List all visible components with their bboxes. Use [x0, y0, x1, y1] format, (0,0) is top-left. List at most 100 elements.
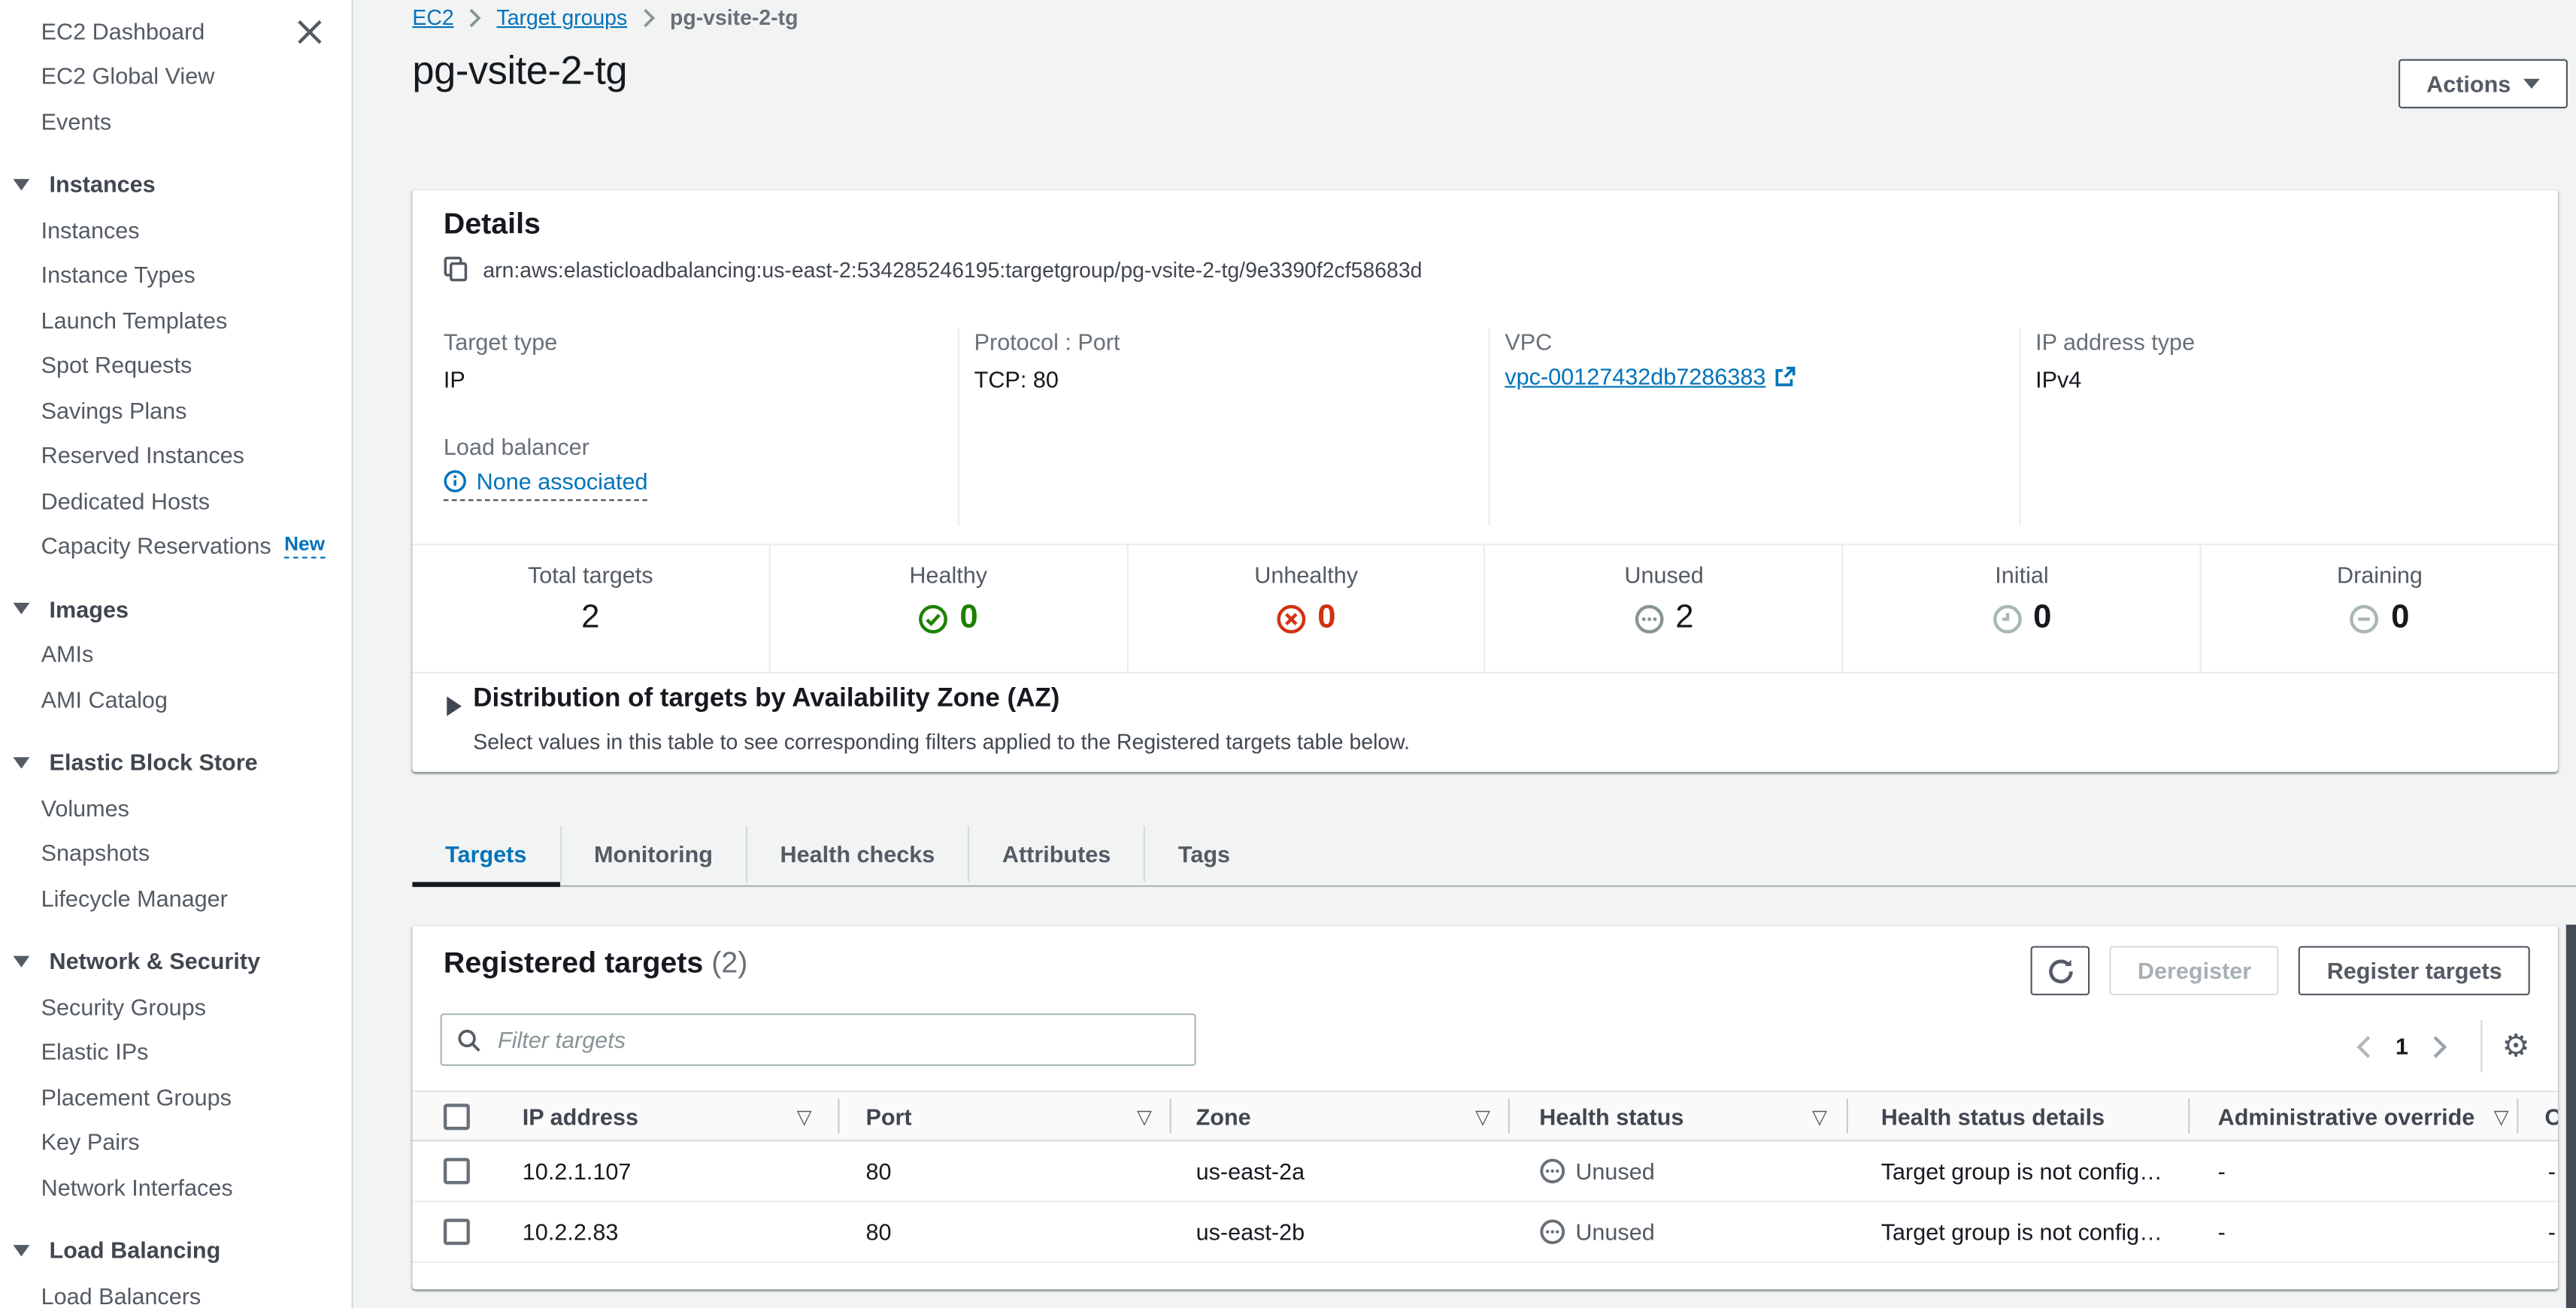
sidebar-item-ec2-global-view[interactable]: EC2 Global View: [0, 53, 352, 98]
sidebar-item-volumes[interactable]: Volumes: [0, 785, 352, 830]
column-divider: [958, 329, 959, 525]
chevron-right-icon: [468, 8, 481, 27]
sidebar-item-elastic-ips[interactable]: Elastic IPs: [0, 1029, 352, 1074]
sidebar-section-header-load-balancing[interactable]: Load Balancing: [0, 1228, 352, 1273]
scrollbar-strip[interactable]: [2566, 925, 2576, 1308]
filter-icon[interactable]: ▽: [1137, 1104, 1152, 1128]
row-checkbox[interactable]: [444, 1158, 470, 1184]
cell-health-status: Unused: [1539, 1158, 1655, 1184]
column-header-port[interactable]: Port: [865, 1103, 911, 1129]
sidebar-section-header-instances[interactable]: Instances: [0, 162, 352, 207]
ellipsis-circle-icon: [1539, 1158, 1565, 1184]
sidebar-item-instance-types[interactable]: Instance Types: [0, 252, 352, 297]
filter-targets-input[interactable]: [495, 1025, 1180, 1054]
deregister-button[interactable]: Deregister: [2110, 946, 2280, 996]
filter-icon[interactable]: ▽: [1812, 1104, 1827, 1128]
previous-page-icon[interactable]: [2346, 1028, 2382, 1064]
sidebar-item-amis[interactable]: AMIs: [0, 631, 352, 677]
sidebar-section-instances: Instances Instances Instance Types Launc…: [0, 162, 352, 568]
counter-label: Draining: [2202, 562, 2558, 588]
filter-icon[interactable]: ▽: [1475, 1104, 1490, 1128]
sidebar-item-spot-requests[interactable]: Spot Requests: [0, 343, 352, 388]
sidebar-item-lifecycle-manager[interactable]: Lifecycle Manager: [0, 876, 352, 921]
close-icon[interactable]: [295, 18, 323, 46]
ellipsis-circle-icon: [1539, 1219, 1565, 1245]
tab-monitoring[interactable]: Monitoring: [561, 821, 745, 886]
filter-targets-box: [441, 1013, 1196, 1066]
column-divider: [2019, 329, 2020, 525]
actions-button[interactable]: Actions: [2399, 59, 2568, 109]
column-divider[interactable]: [838, 1099, 839, 1134]
tab-tags[interactable]: Tags: [1145, 821, 1263, 886]
page-number[interactable]: 1: [2396, 1033, 2408, 1059]
sidebar-item-reserved-instances[interactable]: Reserved Instances: [0, 433, 352, 478]
actions-button-label: Actions: [2426, 71, 2511, 97]
sidebar-item-instances[interactable]: Instances: [0, 207, 352, 252]
tab-label: Targets: [445, 841, 526, 867]
breadcrumb-link-target-groups[interactable]: Target groups: [496, 5, 627, 30]
protocol-port-value: TCP: 80: [974, 366, 1059, 392]
counter-value: 0: [2391, 599, 2409, 637]
sidebar-item-ami-catalog[interactable]: AMI Catalog: [0, 677, 352, 722]
tab-targets[interactable]: Targets: [412, 821, 559, 886]
sidebar-item-capacity-reservations[interactable]: Capacity ReservationsNew: [0, 523, 352, 568]
sidebar-item-savings-plans[interactable]: Savings Plans: [0, 388, 352, 433]
sidebar-item-snapshots[interactable]: Snapshots: [0, 830, 352, 875]
tab-label: Monitoring: [594, 841, 713, 867]
x-circle-icon: [1277, 604, 1306, 633]
distribution-section[interactable]: Distribution of targets by Availability …: [412, 672, 2557, 772]
table-row[interactable]: 10.2.1.107 80 us-east-2a Unused Target g…: [412, 1142, 2557, 1203]
row-checkbox[interactable]: [444, 1219, 470, 1245]
vpc-link[interactable]: vpc-00127432db7286383: [1505, 363, 1795, 389]
registered-targets-title-text: Registered targets: [444, 946, 703, 979]
register-targets-button[interactable]: Register targets: [2299, 946, 2530, 996]
vpc-id: vpc-00127432db7286383: [1505, 363, 1765, 389]
column-header-zone[interactable]: Zone: [1196, 1103, 1251, 1129]
column-header-ip-address[interactable]: IP address: [523, 1103, 638, 1129]
page-title: pg-vsite-2-tg: [412, 50, 627, 95]
registered-targets-actions: Deregister Register targets: [2031, 946, 2530, 996]
filter-icon[interactable]: ▽: [797, 1104, 812, 1128]
tab-health-checks[interactable]: Health checks: [747, 821, 968, 886]
column-header-administrative-override[interactable]: Administrative override: [2218, 1103, 2475, 1129]
column-header-health-status[interactable]: Health status: [1539, 1103, 1683, 1129]
sidebar-item-placement-groups[interactable]: Placement Groups: [0, 1074, 352, 1119]
settings-gear-icon[interactable]: ⚙: [2502, 1031, 2530, 1062]
copy-icon[interactable]: [444, 256, 468, 283]
check-circle-icon: [919, 604, 948, 633]
protocol-port-label: Protocol : Port: [974, 329, 1120, 355]
cell-health-status-details: Target group is not config…: [1881, 1158, 2162, 1184]
load-balancer-none-associated[interactable]: None associated: [444, 468, 648, 501]
sidebar-item-network-interfaces[interactable]: Network Interfaces: [0, 1164, 352, 1210]
cell-override-partial: -: [2548, 1158, 2556, 1184]
sidebar-item-dedicated-hosts[interactable]: Dedicated Hosts: [0, 478, 352, 523]
ip-address-type-value: IPv4: [2035, 366, 2081, 392]
next-page-icon[interactable]: [2421, 1028, 2457, 1064]
details-heading: Details: [444, 207, 541, 241]
breadcrumb-link-ec2[interactable]: EC2: [412, 5, 453, 30]
cell-zone: us-east-2a: [1196, 1158, 1305, 1184]
sidebar-section-header-ebs[interactable]: Elastic Block Store: [0, 740, 352, 785]
sidebar-item-launch-templates[interactable]: Launch Templates: [0, 297, 352, 342]
sidebar-section-header-network-security[interactable]: Network & Security: [0, 939, 352, 984]
table-row[interactable]: 10.2.2.83 80 us-east-2b Unused Target gr…: [412, 1202, 2557, 1263]
collapse-triangle-icon: [13, 1245, 29, 1256]
column-header-health-status-details[interactable]: Health status details: [1881, 1103, 2105, 1129]
sidebar-item-load-balancers[interactable]: Load Balancers: [0, 1273, 352, 1308]
tab-attributes[interactable]: Attributes: [969, 821, 1144, 886]
refresh-button[interactable]: [2031, 946, 2090, 996]
column-divider[interactable]: [1170, 1099, 1171, 1134]
counter-value: 0: [2033, 599, 2051, 637]
sidebar-section-header-images[interactable]: Images: [0, 586, 352, 631]
column-divider[interactable]: [2188, 1099, 2190, 1134]
vpc-label: VPC: [1505, 329, 1552, 355]
sidebar-item-events[interactable]: Events: [0, 98, 352, 144]
select-all-checkbox[interactable]: [444, 1103, 470, 1129]
column-divider[interactable]: [1508, 1099, 1510, 1134]
column-divider[interactable]: [1847, 1099, 1848, 1134]
section-header-label: Network & Security: [50, 948, 260, 974]
column-divider[interactable]: [2517, 1099, 2518, 1134]
sidebar-item-key-pairs[interactable]: Key Pairs: [0, 1119, 352, 1164]
filter-icon[interactable]: ▽: [2494, 1104, 2509, 1128]
sidebar-item-security-groups[interactable]: Security Groups: [0, 984, 352, 1029]
